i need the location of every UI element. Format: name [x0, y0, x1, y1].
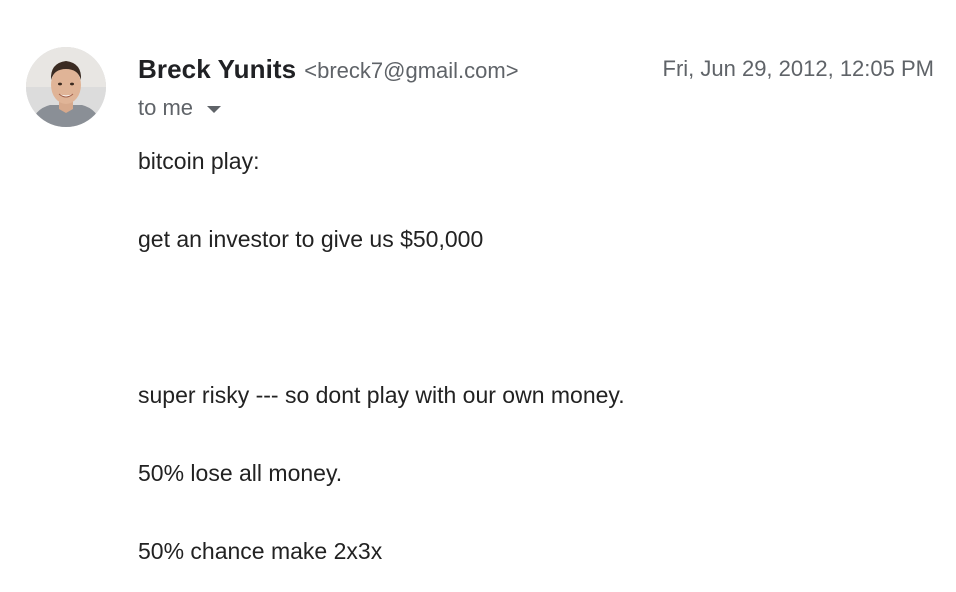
body-line: get an investor to give us $50,000	[138, 226, 484, 252]
sender-email[interactable]: <breck7@gmail.com>	[304, 58, 518, 84]
sender-line: Breck Yunits <breck7@gmail.com>	[138, 54, 519, 84]
body-line: bitcoin play:	[138, 148, 260, 174]
email-date: Fri, Jun 29, 2012, 12:05 PM	[662, 56, 935, 81]
sender-avatar[interactable]	[26, 47, 106, 127]
body-line: super risky --- so dont play with our ow…	[138, 382, 625, 408]
sender-name[interactable]: Breck Yunits	[138, 54, 296, 85]
caret-down-icon[interactable]	[207, 105, 222, 113]
body-line: 50% chance make 2x3x	[138, 538, 383, 564]
recipient-details-toggle[interactable]: to me	[138, 94, 222, 122]
body-line: 50% lose all money.	[138, 460, 343, 486]
recipient-label: to me	[138, 95, 194, 120]
avatar-photo-icon	[26, 47, 106, 127]
